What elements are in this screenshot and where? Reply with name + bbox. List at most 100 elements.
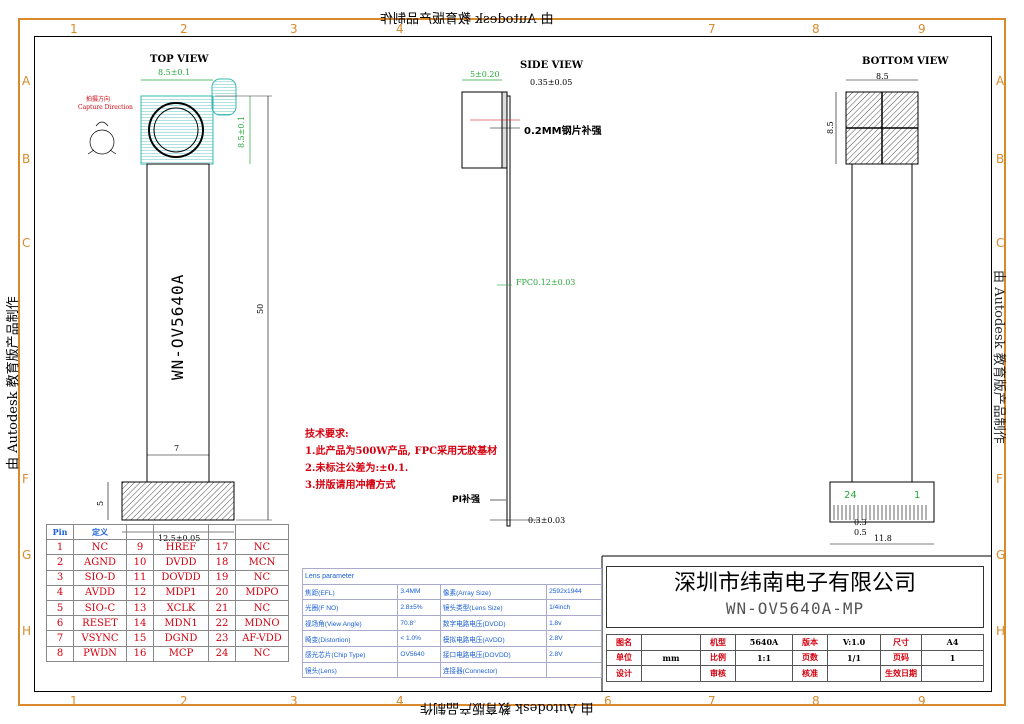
pin-cell: HREF xyxy=(153,539,209,556)
pin-cell: NC xyxy=(235,645,289,662)
param-cell: OV5640 xyxy=(397,645,441,663)
lens-parameter-table: Lens parameter 焦距(EFL) 3.4MM 像素(Array Size… xyxy=(301,568,602,679)
connector-height-dim: 5 xyxy=(96,500,105,506)
param-cell xyxy=(397,661,441,679)
param-cell: 模拟电路电压(AVDD) xyxy=(439,630,548,647)
bottom-fpc xyxy=(851,163,913,483)
tb-cell: 图名 xyxy=(606,634,642,651)
pin-cell: 6 xyxy=(46,615,74,632)
fpc-thickness-label: FPC0.12±0.03 xyxy=(516,278,576,287)
pin-cell: AF-VDD xyxy=(235,630,289,647)
top-height-dim: 8.5±0.1 xyxy=(237,115,246,148)
pin-cell: RESET xyxy=(73,615,127,632)
pin-cell: MDN1 xyxy=(153,615,209,632)
tb-cell: 生效日期 xyxy=(880,665,922,682)
requirement-item: 1.此产品为500W产品, FPC采用无胶基材 xyxy=(305,446,498,457)
capture-direction-en: Capture Direction xyxy=(78,104,133,111)
pin-cell: MDP1 xyxy=(153,584,209,601)
side-fpc xyxy=(506,95,511,527)
param-cell: 2592x1944 xyxy=(546,583,602,601)
param-cell: 视场角(View Angle) xyxy=(301,614,399,632)
fpc-width-dim: 7 xyxy=(174,444,180,453)
top-view-title: TOP VIEW xyxy=(150,54,209,65)
length-dim: 50 xyxy=(256,303,265,314)
connector-length-dim: 11.8 xyxy=(874,534,892,543)
pin-cell: 19 xyxy=(208,569,236,586)
tb-cell: 比例 xyxy=(700,649,736,666)
tb-cell: 1:1 xyxy=(735,649,793,666)
pin-cell: VSYNC xyxy=(73,630,127,647)
param-cell: 3.4MM xyxy=(397,583,441,601)
tb-cell xyxy=(827,665,881,682)
param-cell: 感光芯片(Chip Type) xyxy=(301,645,399,663)
tb-cell: 1/1 xyxy=(827,649,881,666)
tb-cell: A4 xyxy=(921,634,984,651)
pad-dim: 0.5 xyxy=(854,528,867,537)
requirement-item: 2.未标注公差为:±0.1. xyxy=(305,463,409,474)
tb-cell: mm xyxy=(641,649,701,666)
param-cell xyxy=(546,661,602,679)
pin-cell: 14 xyxy=(126,615,154,632)
pin-cell: AGND xyxy=(73,554,127,571)
param-cell: 焦距(EFL) xyxy=(301,583,399,601)
pin-cell: PWDN xyxy=(73,645,127,662)
pin-cell: 18 xyxy=(208,554,236,571)
top-width-dim: 8.5±0.1 xyxy=(158,68,191,77)
tb-cell xyxy=(641,665,701,682)
tb-cell xyxy=(641,634,701,651)
pin-cell: 5 xyxy=(46,599,74,617)
param-cell: 1.8v xyxy=(546,614,602,632)
param-cell: 像素(Array Size) xyxy=(439,583,548,601)
pin-cell: 20 xyxy=(208,584,236,601)
pin-cell: NC xyxy=(235,569,289,586)
pin-table: Pin 定义 1 NC 9 HREF 17 NC 2 AGND 10 DVDD 18 MCN 3 SI… xyxy=(46,523,289,662)
pin-cell: 10 xyxy=(126,554,154,571)
pin-cell: SIO-C xyxy=(73,599,127,617)
requirements-block: 技术要求: 1.此产品为500W产品, FPC采用无胶基材 2.未标注公差为:±… xyxy=(305,426,497,494)
pin-cell: DGND xyxy=(153,630,209,647)
pin-cell: 8 xyxy=(46,645,74,662)
company-name: 深圳市纬南电子有限公司 xyxy=(673,571,916,596)
param-cell: 镜头类型(Lens Size) xyxy=(439,599,548,616)
tb-cell: 机型 xyxy=(700,634,736,651)
pin-cell: 11 xyxy=(126,569,154,586)
pin-cell: 2 xyxy=(46,554,74,571)
param-cell: 镜头(Lens) xyxy=(301,661,399,679)
def-header: 定义 xyxy=(73,523,127,541)
pin-cell: MDNO xyxy=(235,615,289,632)
pi-thickness-dim: 0.3±0.03 xyxy=(528,516,566,525)
pin-cell: 1 xyxy=(46,539,74,556)
lens-param-title: Lens parameter xyxy=(302,568,602,585)
tb-cell: 核准 xyxy=(792,665,828,682)
pin-cell: NC xyxy=(235,539,289,556)
pin-label-right: 1 xyxy=(914,490,921,501)
param-cell: 畸变(Distortion) xyxy=(301,630,399,647)
pin-cell: 23 xyxy=(208,630,236,647)
tb-cell: V:1.0 xyxy=(827,634,881,651)
tb-cell: 页码 xyxy=(880,649,922,666)
tb-cell: 1 xyxy=(921,649,984,666)
pin-cell: MDPO xyxy=(235,584,289,601)
param-cell: 接口电路电压(DOVDD) xyxy=(439,645,548,663)
pin-cell: XCLK xyxy=(153,599,209,617)
pin-cell: SIO-D xyxy=(73,569,127,586)
title-block-table: 图名 机型 5640A 版本 V:1.0 尺寸 A4 单位 mm 比例 1:1 … xyxy=(606,634,984,682)
bottom-width-dim: 8.5 xyxy=(876,72,889,81)
param-cell: 70.8° xyxy=(397,614,441,632)
pin-cell: NC xyxy=(73,539,127,556)
param-cell: 连接器(Connector) xyxy=(439,661,548,679)
bottom-view xyxy=(829,79,935,545)
param-cell: 数字电路电压(DVDD) xyxy=(439,614,548,632)
param-cell: 光圈(F NO) xyxy=(301,599,399,616)
capture-direction-cn: 拍摄方向 xyxy=(86,96,111,103)
tb-cell xyxy=(735,665,793,682)
pin-cell: DVDD xyxy=(153,554,209,571)
pitch-dim: 0.3 xyxy=(854,518,867,527)
tb-cell: 设计 xyxy=(606,665,642,682)
pin-cell: 7 xyxy=(46,630,74,647)
param-cell: < 1.0% xyxy=(397,630,441,647)
pin-cell: 12 xyxy=(126,584,154,601)
param-cell: 2.8±5% xyxy=(397,599,441,616)
pin-cell: AVDD xyxy=(73,584,127,601)
requirement-item: 3.拼版请用冲槽方式 xyxy=(305,480,396,491)
